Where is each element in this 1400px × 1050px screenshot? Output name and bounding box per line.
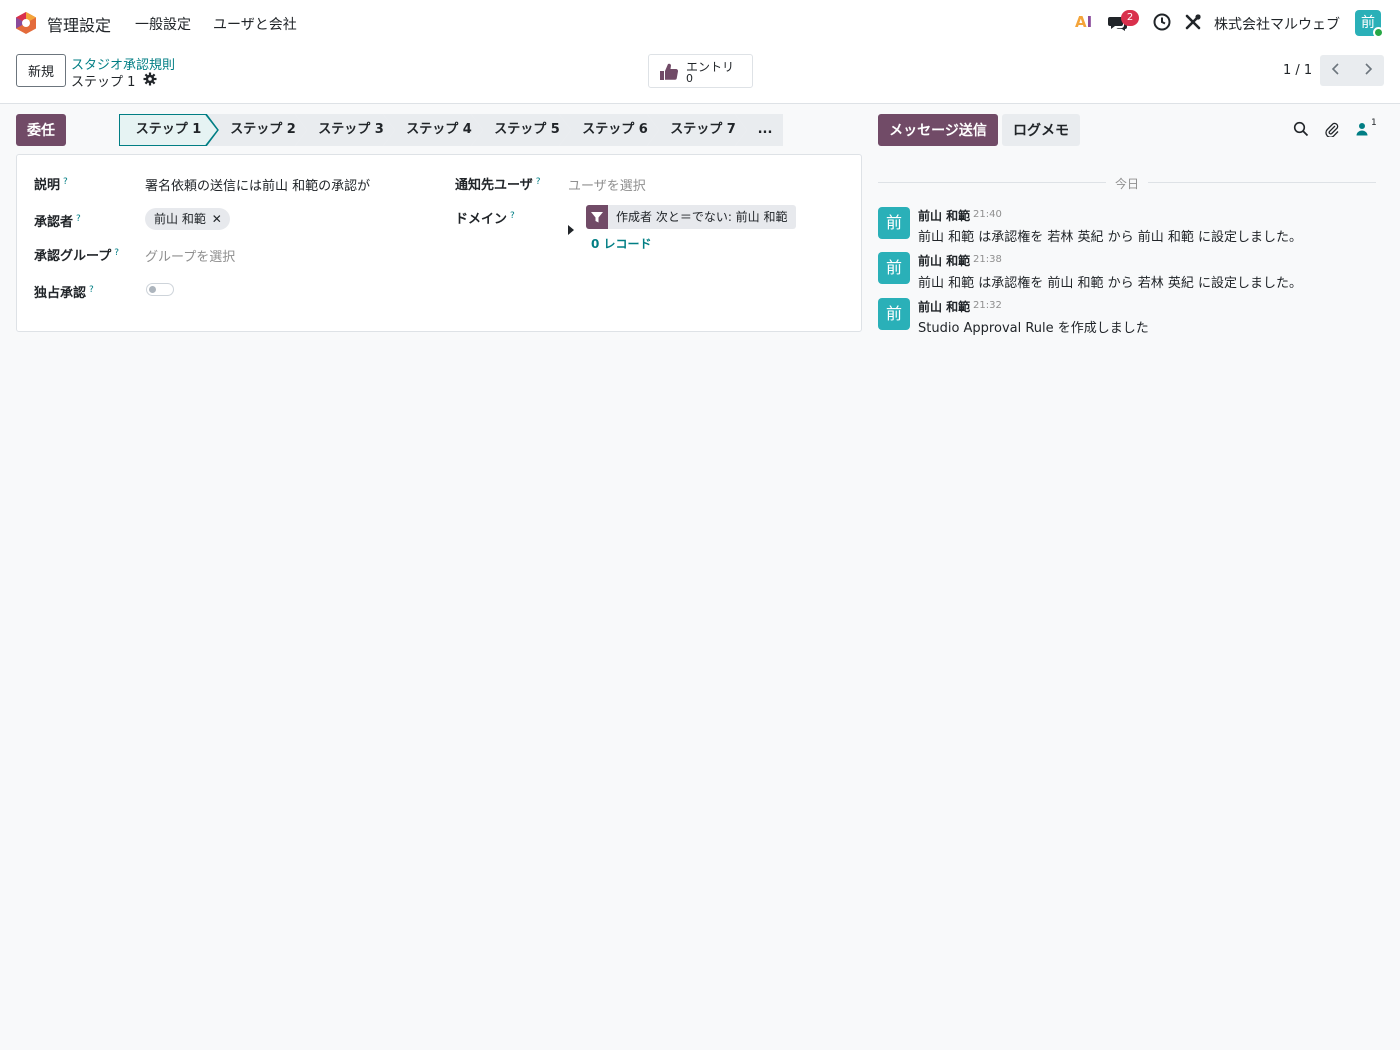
message-time: 21:38 [973, 254, 1002, 265]
stage-step-5[interactable]: ステップ 5 [471, 114, 571, 146]
description-help-icon[interactable]: ? [63, 177, 68, 187]
message-author: 前山 和範 [918, 209, 971, 223]
exclusive-approval-help-icon[interactable]: ? [89, 285, 94, 295]
description-label-text: 説明 [34, 178, 61, 193]
pager-next-button[interactable] [1352, 55, 1384, 86]
notify-users-help-icon[interactable]: ? [536, 177, 541, 187]
notify-users-input[interactable]: ユーザを選択 [568, 175, 646, 194]
chevron-left-icon [1331, 63, 1339, 75]
follower-count: 1 [1371, 118, 1377, 128]
gear-icon[interactable] [143, 72, 157, 86]
app-name[interactable]: 管理設定 [47, 12, 111, 36]
messages-badge: 2 [1121, 10, 1139, 26]
message-time: 21:40 [973, 209, 1002, 220]
record-title: ステップ 1 [71, 75, 136, 90]
approver-help-icon[interactable]: ? [76, 214, 81, 224]
approver-tag[interactable]: 前山 和範 ✕ [145, 208, 230, 230]
date-divider-left [878, 182, 1106, 183]
stage-step-2[interactable]: ステップ 2 [207, 114, 307, 146]
menu-general-settings[interactable]: 一般設定 [135, 14, 191, 34]
approval-group-input[interactable]: グループを選択 [145, 246, 235, 265]
new-button[interactable]: 新規 [16, 54, 66, 87]
delegate-button[interactable]: 委任 [16, 114, 66, 146]
approver-label-text: 承認者 [34, 215, 74, 230]
exclusive-approval-label: 独占承認? [34, 282, 94, 301]
domain-records-link[interactable]: 0 レコード [591, 235, 652, 252]
approval-group-label: 承認グループ? [34, 245, 119, 264]
domain-label: ドメイン? [455, 208, 515, 227]
message-avatar[interactable]: 前 [878, 298, 910, 330]
form-sheet: 説明? 署名依頼の送信には前山 和範の承認が 承認者? 前山 和範 ✕ 承認グル… [16, 154, 862, 332]
send-message-button[interactable]: メッセージ送信 [878, 114, 998, 146]
description-label: 説明? [34, 174, 68, 193]
log-note-button[interactable]: ログメモ [1002, 114, 1080, 146]
step-statusbar: ステップ 1 ステップ 2 ステップ 3 ステップ 4 ステップ 5 ステップ … [119, 114, 783, 146]
pager-value[interactable]: 1 / 1 [1283, 63, 1312, 78]
ai-icon[interactable]: AI [1075, 13, 1092, 31]
search-icon[interactable] [1293, 121, 1309, 137]
date-separator: 今日 [1115, 177, 1140, 191]
top-navbar: 管理設定 一般設定 ユーザと会社 AI 2 株式会社マルウェブ 前 [0, 0, 1400, 46]
domain-label-text: ドメイン [455, 212, 508, 227]
message-time: 21:32 [973, 300, 1002, 311]
notify-users-label: 通知先ユーザ? [455, 174, 541, 193]
debug-tools-icon[interactable] [1184, 13, 1202, 31]
domain-help-icon[interactable]: ? [510, 211, 515, 221]
stage-step-1-inner: ステップ 1 [120, 115, 217, 145]
chevron-right-icon [1365, 63, 1373, 75]
app-logo-icon[interactable] [14, 11, 38, 35]
domain-filter-text: 作成者 次と＝でない: 前山 和範 [616, 210, 788, 224]
ai-icon-letter-i: I [1086, 13, 1093, 31]
control-panel: 新規 スタジオ承認規則 ステップ 1 エントリ 0 1 / 1 [0, 46, 1400, 104]
message-author: 前山 和範 [918, 254, 971, 268]
online-status-dot [1373, 27, 1384, 38]
approver-tag-label: 前山 和範 [154, 212, 206, 226]
stage-step-1[interactable]: ステップ 1 [119, 114, 219, 146]
message-author: 前山 和範 [918, 300, 971, 314]
stage-step-4[interactable]: ステップ 4 [383, 114, 483, 146]
paperclip-icon[interactable] [1324, 121, 1340, 137]
thumbs-up-icon [660, 63, 679, 80]
pager-previous-button[interactable] [1320, 55, 1352, 86]
filter-icon [586, 205, 608, 229]
approval-group-help-icon[interactable]: ? [114, 248, 119, 258]
date-divider-right [1148, 182, 1376, 183]
entries-count: 0 [686, 72, 693, 85]
message-avatar[interactable]: 前 [878, 252, 910, 284]
entries-smart-button[interactable]: エントリ 0 [648, 54, 753, 88]
company-switcher[interactable]: 株式会社マルウェブ [1214, 14, 1340, 34]
caret-right-icon[interactable] [568, 225, 574, 235]
ai-icon-letter-a: A [1075, 13, 1087, 31]
exclusive-approval-toggle[interactable] [146, 283, 174, 296]
description-field[interactable]: 署名依頼の送信には前山 和範の承認が [145, 175, 370, 194]
notify-users-label-text: 通知先ユーザ [455, 178, 533, 193]
stage-step-6[interactable]: ステップ 6 [559, 114, 659, 146]
approval-group-label-text: 承認グループ [34, 249, 112, 264]
stage-step-3[interactable]: ステップ 3 [295, 114, 395, 146]
message-body: 前山 和範 は承認権を 若林 英紀 から 前山 和範 に設定しました。 [918, 230, 1303, 245]
tag-remove-icon[interactable]: ✕ [212, 208, 222, 230]
entries-label: エントリ [686, 60, 735, 74]
approver-label: 承認者? [34, 211, 81, 230]
exclusive-approval-label-text: 独占承認 [34, 286, 87, 301]
followers-icon[interactable] [1355, 121, 1371, 137]
message-body: 前山 和範 は承認権を 前山 和範 から 若林 英紀 に設定しました。 [918, 276, 1303, 291]
message-body: Studio Approval Rule を作成しました [918, 321, 1149, 336]
domain-filter-chip[interactable]: 作成者 次と＝でない: 前山 和範 [586, 205, 796, 229]
menu-users-companies[interactable]: ユーザと会社 [213, 14, 297, 34]
stage-step-7[interactable]: ステップ 7 [647, 114, 747, 146]
activity-clock-icon[interactable] [1153, 13, 1171, 31]
message-avatar[interactable]: 前 [878, 207, 910, 239]
